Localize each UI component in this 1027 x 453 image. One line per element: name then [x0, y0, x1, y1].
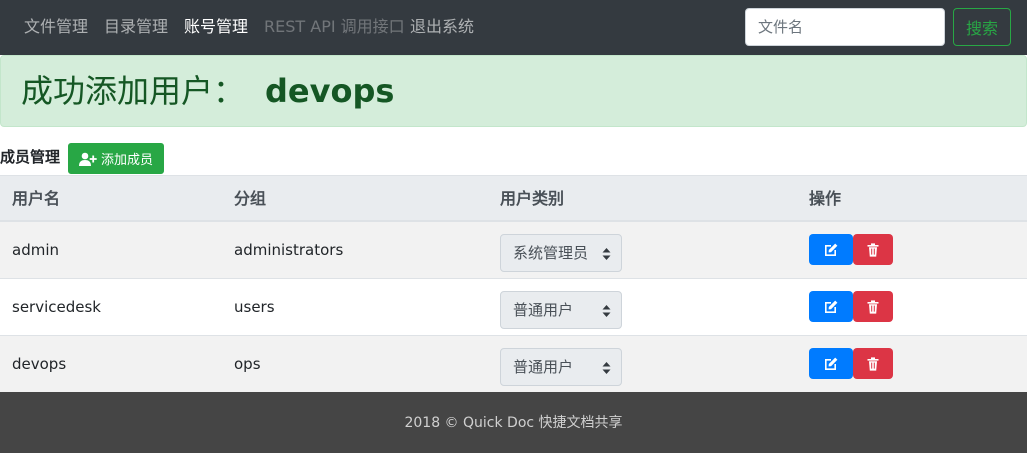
role-select[interactable]: 普通用户: [500, 291, 622, 329]
nav-item-logout[interactable]: 退出系统: [410, 16, 474, 38]
nav-item-file-management[interactable]: 文件管理: [24, 16, 88, 38]
edit-button[interactable]: [809, 291, 853, 322]
select-caret-icon: [602, 362, 611, 374]
success-alert: 成功添加用户： devops: [0, 55, 1027, 127]
delete-button[interactable]: [853, 291, 893, 322]
edit-icon: [825, 357, 838, 370]
cell-username: servicedesk: [12, 298, 101, 316]
top-navbar: 文件管理 目录管理 账号管理 REST API 调用接口 退出系统 搜索: [0, 0, 1027, 55]
nav-item-directory-management[interactable]: 目录管理: [104, 16, 168, 38]
trash-icon: [867, 356, 879, 371]
alert-message-text: 成功添加用户：: [21, 72, 246, 110]
select-caret-icon: [602, 248, 611, 260]
role-select-value: 普通用户: [513, 301, 574, 319]
edit-icon: [825, 300, 838, 313]
role-select-value: 普通用户: [513, 358, 574, 376]
cell-username: devops: [12, 355, 67, 373]
add-member-button[interactable]: 添加成员: [68, 143, 164, 174]
trash-icon: [867, 242, 879, 257]
nav-item-rest-api: REST API 调用接口: [264, 17, 405, 36]
members-section-title: 成员管理: [0, 148, 61, 166]
page-footer: 2018 © Quick Doc 快捷文档共享: [0, 392, 1027, 453]
edit-icon: [825, 243, 838, 256]
alert-username: devops: [265, 72, 395, 110]
search-button[interactable]: 搜索: [953, 8, 1011, 46]
edit-button[interactable]: [809, 234, 853, 265]
table-row: devops ops 普通用户: [0, 336, 1027, 392]
add-member-label: 添加成员: [100, 153, 153, 168]
search-input[interactable]: [745, 8, 945, 46]
column-header-group: 分组: [234, 189, 267, 208]
delete-button[interactable]: [853, 234, 893, 265]
alert-message: 成功添加用户： devops: [21, 70, 394, 112]
cell-group: administrators: [234, 241, 344, 259]
edit-button[interactable]: [809, 348, 853, 379]
user-plus-icon: [78, 152, 97, 166]
delete-button[interactable]: [853, 348, 893, 379]
column-header-role: 用户类别: [500, 189, 565, 208]
role-select[interactable]: 系统管理员: [500, 234, 622, 272]
trash-icon: [867, 299, 879, 314]
table-row: servicedesk users 普通用户: [0, 279, 1027, 336]
nav-item-account-management[interactable]: 账号管理: [184, 16, 248, 38]
cell-username: admin: [12, 241, 59, 259]
column-header-actions: 操作: [809, 189, 842, 208]
column-header-username: 用户名: [12, 189, 61, 208]
cell-group: users: [234, 298, 275, 316]
members-table-header: 用户名 分组 用户类别 操作: [0, 175, 1027, 222]
cell-group: ops: [234, 355, 261, 373]
select-caret-icon: [602, 305, 611, 317]
footer-copyright: 2018 © Quick Doc 快捷文档共享: [404, 415, 623, 431]
role-select[interactable]: 普通用户: [500, 348, 622, 386]
role-select-value: 系统管理员: [513, 244, 589, 262]
table-row: admin administrators 系统管理员: [0, 222, 1027, 279]
